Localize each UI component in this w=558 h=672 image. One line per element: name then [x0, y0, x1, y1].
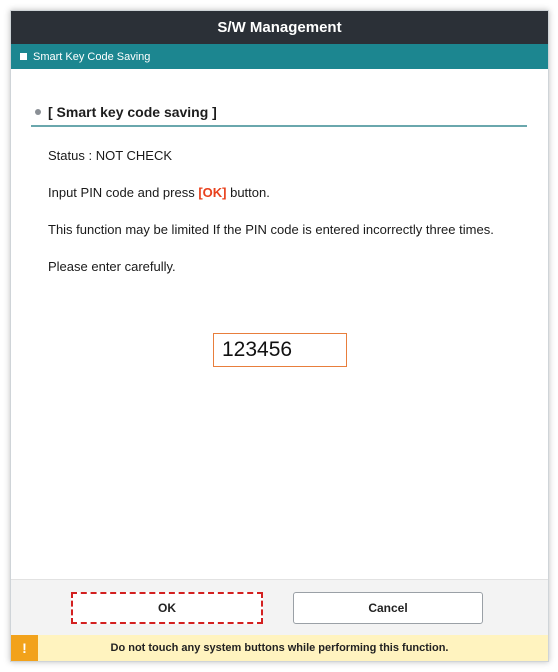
status-text: Status : NOT CHECK	[48, 148, 173, 163]
limit-notice-text: This function may be limited If the PIN …	[48, 222, 494, 237]
careful-text: Please enter carefully.	[48, 259, 176, 274]
section-title: [ Smart key code saving ]	[48, 104, 217, 120]
instruction-before: Input PIN code and press	[48, 185, 199, 200]
warning-text: Do not touch any system buttons while pe…	[110, 642, 449, 654]
instruction-after: button.	[226, 185, 270, 200]
warning-icon: !	[11, 635, 38, 661]
window-title: S/W Management	[11, 11, 548, 44]
sw-management-window: S/W Management Smart Key Code Saving [ S…	[10, 10, 549, 662]
ok-button[interactable]: OK	[71, 592, 263, 624]
instruction-ok-highlight: [OK]	[198, 185, 227, 200]
button-bar: OK Cancel	[11, 579, 548, 636]
cancel-button[interactable]: Cancel	[293, 592, 483, 624]
section-heading: [ Smart key code saving ]	[31, 99, 527, 127]
instruction-text: Input PIN code and press [OK] button.	[48, 183, 508, 203]
warning-bar: ! Do not touch any system buttons while …	[11, 635, 548, 661]
pin-code-input[interactable]	[213, 333, 347, 367]
subheader-title: Smart Key Code Saving	[33, 50, 151, 63]
subheader-bar: Smart Key Code Saving	[11, 44, 548, 69]
square-bullet-icon	[20, 53, 27, 60]
instructions-panel: Status : NOT CHECK Input PIN code and pr…	[48, 146, 508, 277]
dot-bullet-icon	[35, 109, 41, 115]
